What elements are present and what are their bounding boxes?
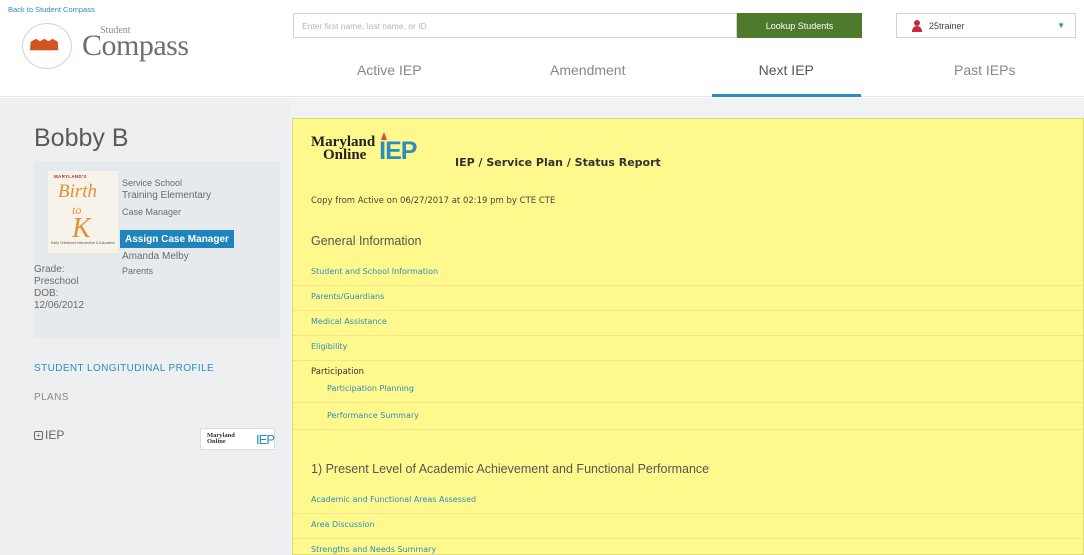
student-search-input[interactable]: [293, 13, 737, 38]
case-manager-name: Amanda Melby: [122, 251, 189, 262]
link-strengths-needs-summary[interactable]: Strengths and Needs Summary: [311, 545, 436, 554]
tab-next-iep[interactable]: Next IEP: [687, 52, 886, 97]
participation-label: Participation: [311, 367, 365, 377]
dob-label: DOB:: [34, 288, 59, 299]
service-school-label: Service School: [122, 178, 183, 188]
chevron-down-icon: ▼: [1057, 21, 1065, 30]
plans-heading: PLANS: [34, 392, 69, 403]
dob-value: 12/06/2012: [34, 300, 85, 311]
student-compass-logo[interactable]: ☗☗☗ Student Compass: [22, 23, 189, 69]
link-eligibility[interactable]: Eligibility: [311, 342, 347, 351]
back-to-compass-link[interactable]: Back to Student Compass: [8, 5, 95, 14]
case-manager-label: Case Manager: [122, 207, 182, 217]
expand-plus-icon[interactable]: +: [34, 430, 43, 440]
maryland-online-iep-logo[interactable]: Maryland Online IEP: [200, 428, 275, 450]
link-participation-planning[interactable]: Participation Planning: [327, 384, 414, 393]
link-performance-summary[interactable]: Performance Summary: [327, 411, 419, 420]
general-information-heading: General Information: [311, 234, 422, 248]
student-sidebar: Bobby B MARYLAND'S Birth to K Early Child…: [0, 98, 290, 555]
iep-tabs: Active IEP Amendment Next IEP Past IEPs: [290, 52, 1084, 97]
student-name: Bobby B: [34, 124, 129, 152]
page-body: Bobby B MARYLAND'S Birth to K Early Child…: [0, 98, 1084, 555]
student-info-card: MARYLAND'S Birth to K Early Childhood Int…: [34, 161, 280, 338]
tab-active-iep[interactable]: Active IEP: [290, 52, 489, 97]
plaafp-heading: 1) Present Level of Academic Achievement…: [311, 462, 710, 476]
logo-student-text: Student: [100, 25, 131, 36]
link-student-school-info[interactable]: Student and School Information: [311, 267, 438, 276]
longitudinal-profile-link[interactable]: STUDENT LONGITUDINAL PROFILE: [34, 363, 214, 374]
document-title: IEP / Service Plan / Status Report: [455, 156, 661, 169]
lookup-students-button[interactable]: Lookup Students: [737, 13, 862, 38]
iep-document-panel: Maryland Online IEP IEP / Service Plan /…: [292, 118, 1084, 555]
link-parents-guardians[interactable]: Parents/Guardians: [311, 292, 384, 301]
service-school-value: Training Elementary: [122, 190, 212, 201]
parents-link[interactable]: Parents: [122, 266, 153, 276]
link-area-discussion[interactable]: Area Discussion: [311, 520, 375, 529]
grade-dob-block: Grade: Preschool DOB: 12/06/2012: [34, 264, 84, 312]
iep-plan-toggle[interactable]: + IEP: [34, 428, 64, 442]
flame-icon: [381, 132, 388, 140]
grade-label: Grade:: [34, 264, 65, 275]
link-academic-functional-areas[interactable]: Academic and Functional Areas Assessed: [311, 495, 476, 504]
iep-plan-label: IEP: [45, 428, 65, 442]
tab-past-ieps[interactable]: Past IEPs: [886, 52, 1084, 97]
user-menu-dropdown[interactable]: 25trainer ▼: [896, 13, 1076, 38]
tab-amendment[interactable]: Amendment: [489, 52, 688, 97]
copy-note: Copy from Active on 06/27/2017 at 02:19 …: [311, 196, 556, 206]
link-medical-assistance[interactable]: Medical Assistance: [311, 317, 387, 326]
user-icon: [911, 19, 923, 32]
logo-compass-text: Compass: [82, 29, 189, 62]
assign-case-manager-button[interactable]: Assign Case Manager: [120, 230, 234, 248]
compass-people-icon: ☗☗☗: [22, 23, 76, 69]
maryland-online-iep-header-logo: Maryland Online IEP: [311, 132, 417, 165]
top-header: Back to Student Compass ☗☗☗ Student Comp…: [0, 0, 1084, 97]
birth-to-k-logo: MARYLAND'S Birth to K Early Childhood Int…: [48, 171, 118, 253]
username-label: 25trainer: [929, 20, 965, 31]
grade-value: Preschool: [34, 276, 79, 287]
